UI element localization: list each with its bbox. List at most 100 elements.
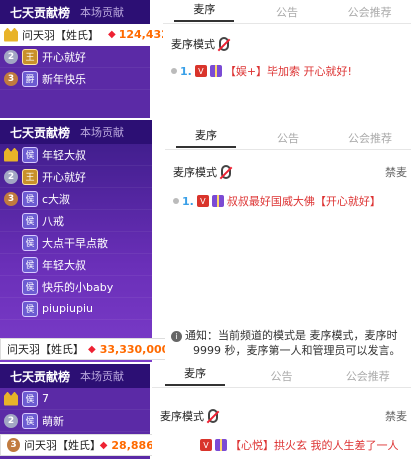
level-badge-icon: 王 xyxy=(22,48,38,65)
list-item[interactable]: 2 王 开心就好 xyxy=(0,46,150,68)
notice-text-1: 通知：当前频道的模式是 麦序模式，麦序时 xyxy=(185,329,398,342)
tab-notice[interactable]: 公告 xyxy=(247,130,329,146)
list-item[interactable]: 侯 快乐的小baby xyxy=(0,276,152,298)
rank-badge xyxy=(4,214,18,228)
rank-badge xyxy=(4,236,18,250)
crown-icon xyxy=(4,147,18,162)
level-badge-icon: 侯 xyxy=(22,412,38,429)
gift-icon xyxy=(211,195,224,207)
tab-bar: 麦序 公告 公会推荐 xyxy=(152,364,411,388)
list-item[interactable]: 2 王 开心就好 xyxy=(0,166,152,188)
level-badge-icon: 侯 xyxy=(22,212,38,229)
vip-badge-icon: V xyxy=(194,65,207,77)
mic-mode: 麦序模式 禁麦 xyxy=(152,404,411,428)
queue-entry[interactable]: 1. V 【娱+】毕加索 开心就好! xyxy=(163,60,411,82)
dot-icon xyxy=(173,198,179,204)
user-name: 开心就好 xyxy=(42,50,86,64)
user-name: c大淑 xyxy=(42,192,71,206)
tab-session[interactable]: 本场贡献 xyxy=(80,4,124,20)
notice-line-2: 9999 秒，麦序第一人和管理员可以发言。 xyxy=(165,343,407,358)
rank-badge xyxy=(4,258,18,272)
level-badge-icon: 侯 xyxy=(22,190,38,207)
mic-muted-icon[interactable] xyxy=(221,165,231,179)
tab-guild-recommend[interactable]: 公会推荐 xyxy=(329,130,411,146)
user-name: piupiupiu xyxy=(42,302,94,315)
rank-badge: 3 xyxy=(4,191,18,206)
level-badge-icon: 侯 xyxy=(22,256,38,273)
tab-guild-recommend[interactable]: 公会推荐 xyxy=(325,368,411,384)
queue-user-name: 【心悦】拱火玄 我的人生差了一人 xyxy=(230,439,399,452)
tab-bar: 麦序 公告 公会推荐 xyxy=(163,0,411,24)
mic-mode-label: 麦序模式 xyxy=(173,166,217,179)
rank-badge: 2 xyxy=(4,169,18,184)
crown-icon xyxy=(4,27,18,42)
panel-2: 七天贡献榜 本场贡献 侯 年轻大叔 2 王 开心就好 3 侯 c大淑 侯 八戒 … xyxy=(0,120,411,362)
tab-mic-queue[interactable]: 麦序 xyxy=(165,127,247,148)
queue-user-name: 叔叔最好国威大佛【开心就好】 xyxy=(226,195,381,208)
user-name: 八戒 xyxy=(42,214,64,228)
tab-mic-queue[interactable]: 麦序 xyxy=(152,365,238,386)
level-badge-icon: 侯 xyxy=(22,390,38,407)
mic-mode: 麦序模式 xyxy=(163,32,411,56)
user-name: 7 xyxy=(42,392,49,405)
mute-mic-label[interactable]: 禁麦 xyxy=(385,408,407,424)
notice-text-2: 9999 秒，麦序第一人和管理员可以发言。 xyxy=(193,344,401,357)
contribution-list: 七天贡献榜 本场贡献 问天羽【姓氏】 2 王 开心就好 3 爵 新年快乐 xyxy=(0,0,150,118)
rank-badge: 3 xyxy=(4,71,18,86)
notice-line-1: i 通知：当前频道的模式是 麦序模式，麦序时 xyxy=(165,328,407,343)
list-item[interactable]: 3 爵 新年快乐 xyxy=(0,68,150,90)
rank-badge: 3 xyxy=(7,438,21,452)
list-item[interactable]: 侯 年轻大叔 xyxy=(0,144,152,166)
gem-icon: ◆ xyxy=(88,343,96,355)
user-name: 开心就好 xyxy=(42,170,86,184)
crown-icon xyxy=(4,391,18,406)
contribution-header: 七天贡献榜 本场贡献 xyxy=(0,120,152,144)
list-item[interactable]: 2 侯 萌新 xyxy=(0,410,150,432)
system-notice: i 通知：当前频道的模式是 麦序模式，麦序时 9999 秒，麦序第一人和管理员可以… xyxy=(165,328,407,358)
queue-entry[interactable]: 1. V 叔叔最好国威大佛【开心就好】 xyxy=(165,190,411,212)
tab-session[interactable]: 本场贡献 xyxy=(80,368,124,384)
dot-icon xyxy=(171,68,177,74)
list-item[interactable]: 侯 7 xyxy=(0,388,150,410)
tab-notice[interactable]: 公告 xyxy=(246,4,329,20)
mute-mic-label[interactable]: 禁麦 xyxy=(385,164,407,180)
list-item[interactable]: 侯 piupiupiu xyxy=(0,298,152,320)
user-name: 大点干早点散 xyxy=(42,236,108,250)
level-badge-icon: 爵 xyxy=(22,70,38,87)
tab-bar: 麦序 公告 公会推荐 xyxy=(165,126,411,150)
gift-icon xyxy=(215,439,227,451)
vip-badge-icon: V xyxy=(196,195,209,207)
list-item[interactable]: 侯 八戒 xyxy=(0,210,152,232)
rank-badge xyxy=(4,302,18,316)
list-item[interactable]: 3 侯 c大淑 xyxy=(0,188,152,210)
rank-badge xyxy=(4,280,18,294)
rank-badge: 2 xyxy=(4,413,18,428)
contribution-header: 七天贡献榜 本场贡献 xyxy=(0,0,150,24)
tab-session[interactable]: 本场贡献 xyxy=(80,124,124,140)
me-amount: 33,330,000 xyxy=(99,342,170,356)
tab-notice[interactable]: 公告 xyxy=(238,368,324,384)
queue-entry[interactable]: V 【心悦】拱火玄 我的人生差了一人 xyxy=(192,434,399,456)
mic-muted-icon[interactable] xyxy=(219,37,229,51)
tab-guild-recommend[interactable]: 公会推荐 xyxy=(328,4,411,20)
level-badge-icon: 王 xyxy=(22,168,38,185)
list-item[interactable]: 侯 大点干早点散 xyxy=(0,232,152,254)
rank-badge: 2 xyxy=(4,49,18,64)
level-badge-icon: 侯 xyxy=(22,234,38,251)
level-badge-icon: 侯 xyxy=(22,278,38,295)
mic-muted-icon[interactable] xyxy=(208,409,218,423)
tab-seven-day[interactable]: 七天贡献榜 xyxy=(10,4,70,21)
queue-user-name: 【娱+】毕加索 开心就好! xyxy=(224,65,352,78)
user-name: 萌新 xyxy=(42,414,64,428)
mic-mode-label: 麦序模式 xyxy=(171,38,215,51)
tab-seven-day[interactable]: 七天贡献榜 xyxy=(10,124,70,141)
tab-seven-day[interactable]: 七天贡献榜 xyxy=(10,368,70,385)
contribution-list: 七天贡献榜 本场贡献 侯 年轻大叔 2 王 开心就好 3 侯 c大淑 侯 八戒 … xyxy=(0,120,152,362)
level-badge-icon: 侯 xyxy=(22,300,38,317)
mic-mode-label: 麦序模式 xyxy=(160,410,204,423)
right-pane: 麦序 公告 公会推荐 麦序模式 1. V 【娱+】毕加索 开心就好! xyxy=(163,0,411,118)
panel-1: 七天贡献榜 本场贡献 问天羽【姓氏】 2 王 开心就好 3 爵 新年快乐 ◆ 1… xyxy=(0,0,411,118)
me-row[interactable]: 问天羽【姓氏】 ◆ 33,330,000 xyxy=(0,338,186,360)
tab-mic-queue[interactable]: 麦序 xyxy=(163,1,246,22)
list-item[interactable]: 侯 年轻大叔 xyxy=(0,254,152,276)
